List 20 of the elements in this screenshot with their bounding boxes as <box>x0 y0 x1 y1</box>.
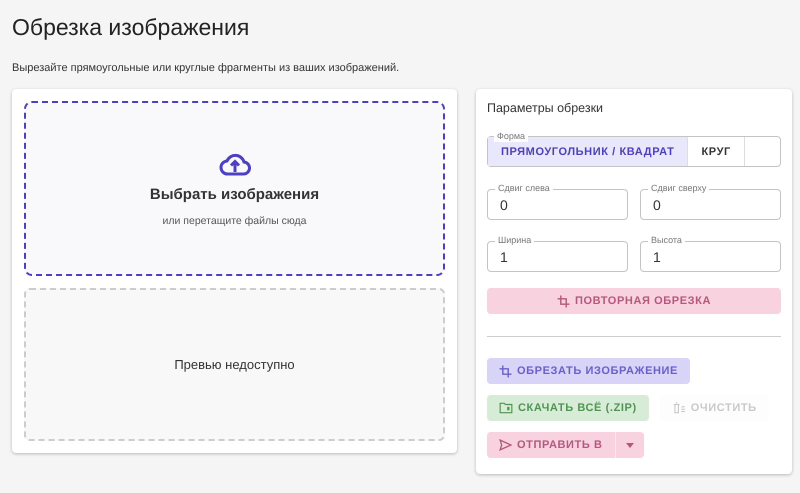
caret-icon <box>626 442 634 448</box>
preview-text: Превью недоступно <box>174 357 295 372</box>
drop-hint: или перетащите файлы сюда <box>162 215 306 227</box>
field-label: Сдвиг сверху <box>648 183 710 194</box>
crop-icon <box>556 294 570 308</box>
shape-option[interactable]: КРУГ <box>688 137 745 166</box>
field-label: Сдвиг слева <box>495 183 553 194</box>
dropdown-button[interactable] <box>614 432 644 458</box>
page-title: Обрезка изображения <box>12 14 250 42</box>
drop-zone[interactable]: Выбрать изображения или перетащите файлы сюда <box>24 101 445 276</box>
field-label: Высота <box>648 235 685 246</box>
drop-title: Выбрать изображения <box>150 186 320 203</box>
crop-icon <box>499 364 512 378</box>
field-label: Форма <box>494 131 528 142</box>
field-label: Ширина <box>495 235 534 246</box>
folder-icon <box>499 402 513 414</box>
send-icon <box>499 439 512 451</box>
settings-title: Параметры обрезки <box>487 101 604 115</box>
trash-icon <box>672 402 686 414</box>
page-subtitle: Вырезайте прямоугольные или круглые фрагменты из ваших изображений. <box>12 62 400 74</box>
